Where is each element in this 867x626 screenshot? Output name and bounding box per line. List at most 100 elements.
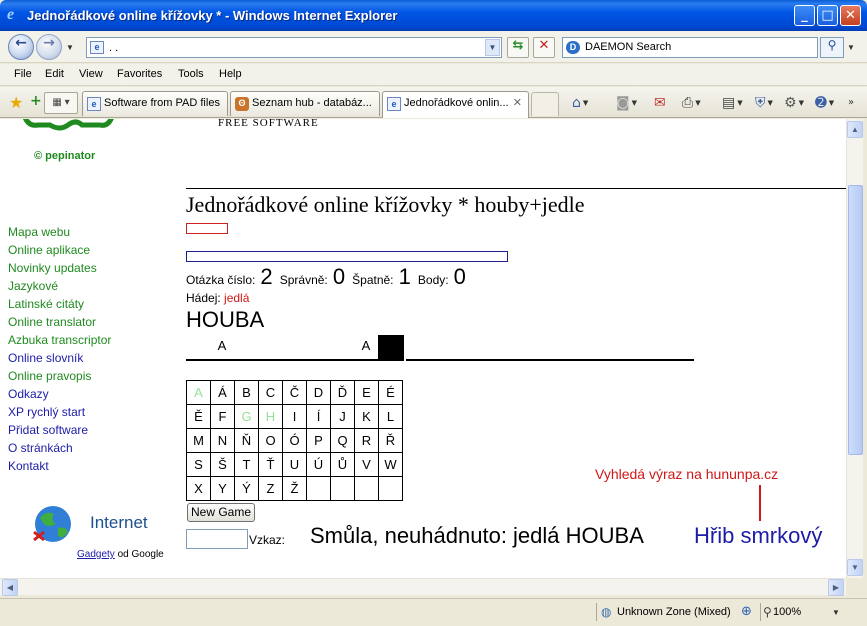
menu-file[interactable]: File bbox=[14, 68, 32, 80]
sidebar-item-online-aplikace[interactable]: Online aplikace bbox=[8, 243, 111, 261]
sidebar-item-xp-rychly-start[interactable]: XP rychlý start bbox=[8, 405, 111, 423]
safety-shield-icon[interactable]: ⛨ ▼ bbox=[755, 94, 773, 112]
menu-tools[interactable]: Tools bbox=[178, 68, 204, 80]
letter-key[interactable]: X bbox=[186, 476, 211, 501]
letter-key[interactable]: F bbox=[210, 404, 235, 429]
new-game-button[interactable]: New Game bbox=[187, 503, 255, 522]
sidebar-item-latinske-citaty[interactable]: Latinské citáty bbox=[8, 297, 111, 315]
gadgety-link[interactable]: Gadgety bbox=[77, 549, 115, 560]
sidebar-item-online-pravopis[interactable]: Online pravopis bbox=[8, 369, 111, 387]
letter-key[interactable]: Ú bbox=[306, 452, 331, 477]
security-zone[interactable]: Unknown Zone (Mixed) bbox=[617, 606, 735, 618]
sidebar-item-o-strankach[interactable]: O stránkách bbox=[8, 441, 111, 459]
forward-button[interactable]: → bbox=[36, 34, 62, 60]
add-favorite-icon[interactable]: + bbox=[30, 93, 42, 109]
letter-key[interactable]: S bbox=[186, 452, 211, 477]
letter-key[interactable]: K bbox=[354, 404, 379, 429]
scroll-down-icon[interactable]: ▼ bbox=[847, 559, 863, 576]
address-dropdown-icon[interactable]: ▼ bbox=[485, 39, 500, 56]
mail-icon[interactable]: ✉ bbox=[654, 94, 666, 112]
sidebar-item-novinky[interactable]: Novinky updates bbox=[8, 261, 111, 279]
letter-key[interactable]: D bbox=[306, 380, 331, 405]
letter-key[interactable]: W bbox=[378, 452, 403, 477]
sidebar-item-pridat-software[interactable]: Přidat software bbox=[8, 423, 111, 441]
scroll-left-icon[interactable]: ◀ bbox=[2, 579, 18, 596]
address-bar[interactable]: e ▼ bbox=[86, 37, 502, 58]
letter-key[interactable]: Ě bbox=[186, 404, 211, 429]
page-menu-icon[interactable]: ▤ ▼ bbox=[722, 94, 743, 112]
letter-key[interactable]: G bbox=[234, 404, 259, 429]
search-box[interactable]: D DAEMON Search bbox=[562, 37, 818, 58]
letter-key[interactable]: C bbox=[258, 380, 283, 405]
menu-view[interactable]: View bbox=[79, 68, 103, 80]
tools-gear-icon[interactable]: ⚙ ▼ bbox=[784, 94, 804, 112]
sidebar-item-jazykove[interactable]: Jazykové bbox=[8, 279, 111, 297]
message-input[interactable] bbox=[186, 529, 248, 549]
sidebar-item-online-slovnik[interactable]: Online slovník bbox=[8, 351, 111, 369]
letter-key[interactable]: T bbox=[234, 452, 259, 477]
letter-key[interactable]: Ť bbox=[258, 452, 283, 477]
letter-key[interactable]: Ň bbox=[234, 428, 259, 453]
menu-edit[interactable]: Edit bbox=[45, 68, 64, 80]
url-input[interactable] bbox=[109, 40, 479, 55]
new-tab-button[interactable] bbox=[531, 92, 559, 116]
sidebar-item-online-translator[interactable]: Online translator bbox=[8, 315, 111, 333]
sidebar-item-azbuka[interactable]: Azbuka transcriptor bbox=[8, 333, 111, 351]
letter-key[interactable]: U bbox=[282, 452, 307, 477]
home-icon[interactable]: ⌂ ▼ bbox=[572, 94, 588, 112]
letter-key[interactable]: J bbox=[330, 404, 355, 429]
letter-key[interactable]: Z bbox=[258, 476, 283, 501]
scroll-up-icon[interactable]: ▲ bbox=[847, 121, 863, 138]
letter-key[interactable]: Č bbox=[282, 380, 307, 405]
sidebar-item-kontakt[interactable]: Kontakt bbox=[8, 459, 111, 477]
quick-tabs-button[interactable]: ▦ ▾ bbox=[44, 92, 78, 114]
letter-key[interactable]: Q bbox=[330, 428, 355, 453]
letter-key[interactable]: V bbox=[354, 452, 379, 477]
horizontal-scrollbar[interactable]: ◀ ▶ bbox=[0, 578, 846, 596]
more-chevron-icon[interactable]: » bbox=[848, 94, 854, 112]
scroll-thumb[interactable] bbox=[848, 185, 863, 455]
protected-mode-icon[interactable]: ⊕ bbox=[741, 604, 752, 619]
refresh-button[interactable]: ⇆ bbox=[507, 37, 529, 58]
letter-key[interactable]: I bbox=[282, 404, 307, 429]
history-dropdown-icon[interactable]: ▼ bbox=[66, 43, 74, 52]
letter-key[interactable]: Á bbox=[210, 380, 235, 405]
vertical-scrollbar[interactable]: ▲ ▼ bbox=[846, 119, 863, 578]
scroll-right-icon[interactable]: ▶ bbox=[828, 579, 844, 596]
result-link[interactable]: Hřib smrkový bbox=[694, 523, 822, 549]
zoom-level[interactable]: 100% bbox=[773, 606, 801, 618]
letter-key[interactable]: P bbox=[306, 428, 331, 453]
letter-key[interactable]: H bbox=[258, 404, 283, 429]
letter-key[interactable]: Í bbox=[306, 404, 331, 429]
letter-key[interactable]: L bbox=[378, 404, 403, 429]
letter-key[interactable]: Ý bbox=[234, 476, 259, 501]
help-icon[interactable]: ➋ ▼ bbox=[815, 94, 834, 112]
letter-key[interactable]: R bbox=[354, 428, 379, 453]
letter-key[interactable]: A bbox=[186, 380, 211, 405]
print-icon[interactable]: ⎙ ▼ bbox=[682, 94, 701, 112]
maximize-button[interactable]: □ bbox=[817, 5, 838, 26]
stop-button[interactable]: ✕ bbox=[533, 37, 555, 58]
letter-key[interactable]: E bbox=[354, 380, 379, 405]
letter-key[interactable]: Y bbox=[210, 476, 235, 501]
search-go-button[interactable]: ⚲ bbox=[820, 37, 844, 58]
tab-close-icon[interactable]: ✕ bbox=[513, 96, 522, 109]
letter-key[interactable]: Ř bbox=[378, 428, 403, 453]
letter-key[interactable]: Š bbox=[210, 452, 235, 477]
sidebar-item-mapa-webu[interactable]: Mapa webu bbox=[8, 225, 111, 243]
favorites-star-icon[interactable]: ★ bbox=[9, 93, 23, 112]
feeds-icon[interactable]: ◙ ▼ bbox=[616, 94, 637, 112]
letter-key[interactable]: N bbox=[210, 428, 235, 453]
letter-key[interactable]: Ó bbox=[282, 428, 307, 453]
letter-key[interactable]: É bbox=[378, 380, 403, 405]
letter-key[interactable]: B bbox=[234, 380, 259, 405]
back-button[interactable]: ← bbox=[8, 34, 34, 60]
tab-seznam-hub[interactable]: ʘ Seznam hub - databáz... bbox=[230, 91, 380, 116]
letter-key[interactable]: Ž bbox=[282, 476, 307, 501]
minimize-button[interactable]: _ bbox=[794, 5, 815, 26]
sidebar-item-odkazy[interactable]: Odkazy bbox=[8, 387, 111, 405]
close-button[interactable]: ✕ bbox=[840, 5, 861, 26]
letter-key[interactable]: M bbox=[186, 428, 211, 453]
menu-help[interactable]: Help bbox=[219, 68, 242, 80]
letter-key[interactable]: Ů bbox=[330, 452, 355, 477]
